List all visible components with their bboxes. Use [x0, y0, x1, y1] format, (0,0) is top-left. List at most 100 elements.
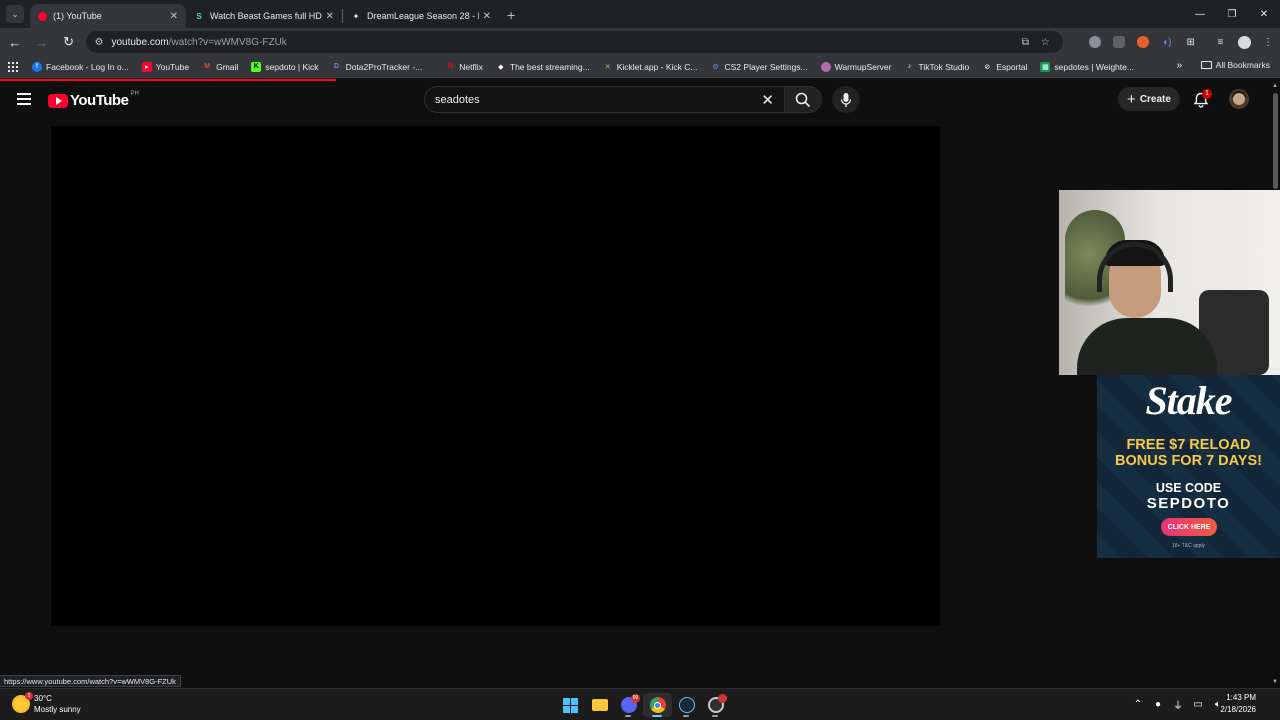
apps-grid-icon[interactable] — [8, 61, 18, 72]
forward-arrow-icon[interactable]: → — [30, 30, 54, 54]
menu-icon[interactable] — [17, 93, 31, 105]
ad-code: SEPDOTO — [1146, 495, 1231, 512]
country-code: PH — [130, 90, 139, 97]
close-window-icon[interactable]: ✕ — [1248, 0, 1280, 28]
bookmark-d2pt[interactable]: D Dota2ProTracker -... — [332, 62, 422, 72]
back-arrow-icon[interactable]: ← — [3, 30, 27, 54]
create-button[interactable]: + Create — [1118, 87, 1180, 111]
weather-condition: Mostly sunny — [34, 705, 81, 714]
weather-widget[interactable]: 1 30°C Mostly sunny — [12, 692, 81, 715]
search-button[interactable] — [784, 86, 822, 113]
steam-button[interactable] — [672, 693, 701, 717]
extension-avatar-icon[interactable] — [1083, 30, 1107, 54]
bookmarks-overflow-icon[interactable]: » — [1176, 60, 1182, 71]
browser-toolbar: ← → ↻ ⚙ youtube.com /watch?v=wWMV8G-FZUk… — [0, 28, 1280, 56]
bookmark-kick[interactable]: Ksepdoto | Kick — [251, 61, 319, 72]
esportal-icon: ⊘ — [984, 63, 991, 71]
microphone-tray-icon[interactable]: ⏚ — [1168, 697, 1188, 712]
install-app-icon[interactable]: ⧉ — [1015, 37, 1035, 48]
browser-menu-icon[interactable]: ⋮ — [1256, 30, 1280, 54]
chrome-button[interactable] — [643, 693, 672, 717]
facebook-icon: f — [32, 61, 42, 72]
tab-close-icon[interactable]: ✕ — [170, 11, 178, 22]
bookmark-warmup[interactable]: WarmupServer — [820, 61, 892, 72]
scroll-down-icon[interactable]: ▼ — [1272, 679, 1278, 685]
extension-ublock-icon[interactable] — [1107, 30, 1131, 54]
search-query: seadotes — [435, 93, 480, 106]
weather-badge: 1 — [25, 692, 33, 700]
tab-close-icon[interactable]: ✕ — [326, 11, 334, 22]
discord-button[interactable]: 99 — [614, 693, 643, 717]
minimize-icon[interactable]: — — [1184, 0, 1216, 28]
scrollbar-thumb[interactable] — [1273, 93, 1278, 189]
ad-code-label: USE CODE — [1155, 481, 1222, 495]
restore-icon[interactable]: ❐ — [1216, 0, 1248, 28]
media-controls-icon[interactable]: ≡ — [1209, 30, 1233, 54]
account-avatar[interactable] — [1229, 89, 1249, 109]
liquipedia-icon: ✦ — [352, 11, 360, 21]
kick-icon: K — [251, 61, 262, 72]
recording-dot — [718, 694, 727, 703]
tray-app-icon[interactable]: ● — [1148, 699, 1168, 710]
clock-date: 2/18/2026 — [1220, 705, 1256, 714]
tab-dreamleague[interactable]: ✦ DreamLeague Season 28 - Liqu ✕ — [343, 4, 499, 28]
temperature: 30°C — [34, 694, 52, 703]
reload-icon[interactable]: ↻ — [57, 30, 81, 54]
streamer-body — [1077, 318, 1217, 375]
bookmark-kicklet[interactable]: ✕ Kicklet.app - Kick C... — [603, 62, 698, 72]
site-info-icon[interactable]: ⚙ — [94, 37, 103, 48]
system-tray: ⌃ ● ⏚ ▭ 🔈︎ — [1128, 697, 1228, 712]
tab-beast-games[interactable]: S Watch Beast Games full HD on ✕ — [186, 4, 342, 28]
bookmark-esportal[interactable]: ⊘ Esportal — [982, 62, 1027, 72]
extension-audio-icon[interactable]: ◖) — [1155, 30, 1179, 54]
ad-headline: FREE $7 RELOAD BONUS FOR 7 DAYS! — [1115, 437, 1262, 469]
bookmark-tiktok[interactable]: ♪ TikTok Studio — [905, 62, 969, 72]
youtube-logo[interactable]: YouTube PH — [48, 90, 139, 109]
bookmark-facebook[interactable]: f Facebook - Log In o... — [32, 61, 129, 72]
address-bar[interactable]: ⚙ youtube.com /watch?v=wWMV8G-FZUk ⧉ ☆ — [86, 31, 1064, 53]
youtube-play-icon — [48, 93, 68, 108]
stake-ad-banner[interactable]: Stake FREE $7 RELOAD BONUS FOR 7 DAYS! U… — [1097, 375, 1280, 558]
search-input[interactable]: seadotes ✕ — [424, 86, 784, 113]
bookmark-star-icon[interactable]: ☆ — [1035, 37, 1055, 48]
notification-badge: 1 — [1202, 89, 1212, 99]
file-explorer-button[interactable] — [585, 693, 614, 717]
bookmark-netflix[interactable]: N Netflix — [445, 62, 483, 72]
network-icon[interactable]: ▭ — [1188, 699, 1208, 710]
voice-search-button[interactable] — [832, 86, 860, 113]
bookmark-cs2[interactable]: ⚙ CS2 Player Settings... — [711, 62, 807, 72]
tab-title: Watch Beast Games full HD on — [210, 11, 322, 21]
chevron-up-icon[interactable]: ⌃ — [1128, 699, 1148, 710]
bookmark-youtube[interactable]: ▸ YouTube — [141, 61, 189, 72]
microphone-icon — [840, 92, 852, 107]
obs-button[interactable] — [701, 693, 730, 717]
tab-youtube[interactable]: (1) YouTube ✕ — [30, 4, 186, 28]
stake-logo: Stake — [1145, 378, 1232, 423]
new-tab-button[interactable]: + — [507, 7, 515, 23]
ad-click-here-button[interactable]: CLICK HERE — [1161, 518, 1217, 536]
bookmark-gmail[interactable]: M Gmail — [202, 62, 238, 72]
extension-fox-icon[interactable] — [1131, 30, 1155, 54]
browser-tab-strip: ⌄ (1) YouTube ✕ S Watch Beast Games full… — [0, 0, 1280, 28]
bookmark-sheets[interactable]: ▦ sepdotes | Weighte... — [1040, 61, 1134, 72]
extensions-puzzle-icon[interactable]: ⊞ — [1179, 30, 1203, 54]
video-player[interactable] — [51, 126, 940, 626]
clear-search-icon[interactable]: ✕ — [761, 91, 774, 109]
d2pt-icon: D — [334, 63, 340, 70]
discord-badge: 99 — [631, 694, 640, 703]
profile-icon[interactable] — [1232, 30, 1256, 54]
scroll-up-icon[interactable]: ▲ — [1272, 83, 1278, 89]
bookmarks-bar: f Facebook - Log In o... ▸ YouTube M Gmail … — [0, 56, 1280, 78]
folder-icon — [1200, 61, 1212, 69]
folder-icon — [591, 699, 608, 711]
window-controls: — ❐ ✕ — [1184, 0, 1280, 28]
tab-close-icon[interactable]: ✕ — [483, 11, 491, 22]
notifications-button[interactable]: 1 — [1192, 89, 1212, 109]
start-button[interactable] — [556, 693, 585, 717]
warmup-icon — [820, 61, 831, 72]
taskbar-clock[interactable]: 1:43 PM 2/18/2026 — [1220, 692, 1256, 716]
tab-search-button[interactable]: ⌄ — [6, 5, 24, 23]
bookmark-streaming[interactable]: ◆ The best streaming... — [496, 62, 590, 72]
steam-icon — [678, 697, 695, 713]
all-bookmarks-button[interactable]: All Bookmarks — [1200, 60, 1270, 70]
